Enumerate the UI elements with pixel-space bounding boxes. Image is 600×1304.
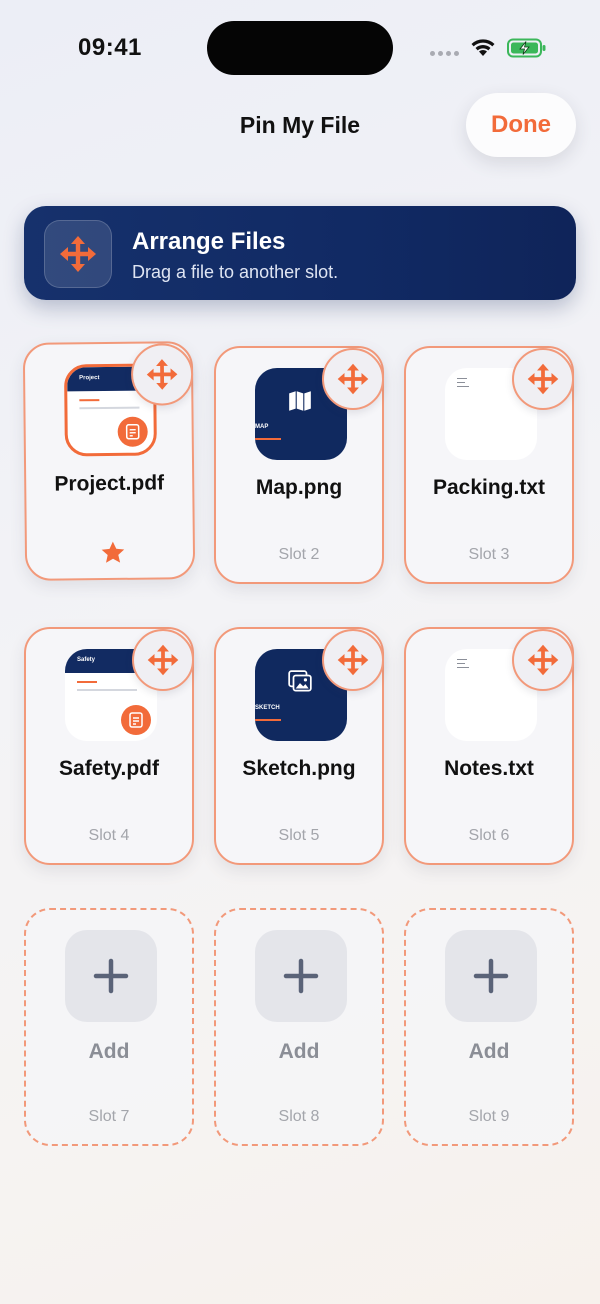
file-name: Packing.txt <box>432 476 546 499</box>
slot-label: Slot 9 <box>468 1108 510 1125</box>
dynamic-island <box>207 21 393 75</box>
file-slot-6[interactable]: Notes.txt Slot 6 <box>404 627 574 865</box>
slot-label: Slot 3 <box>468 546 510 563</box>
cellular-signal-icon <box>430 51 459 56</box>
move-handle-icon[interactable] <box>322 348 384 410</box>
file-slot-4[interactable]: Safety Safety.pdf Slot 4 <box>24 627 194 865</box>
add-label: Add <box>468 1040 510 1063</box>
file-slot-2[interactable]: MAP Map.png Slot 2 <box>214 346 384 584</box>
move-handle-icon[interactable] <box>512 348 574 410</box>
move-handle-icon[interactable] <box>322 629 384 691</box>
thumbnail-title: Project <box>79 375 100 382</box>
status-time: 09:41 <box>78 34 142 61</box>
add-plus-icon[interactable] <box>65 930 157 1022</box>
thumbnail-title: SKETCH <box>255 705 280 711</box>
slot-label: Slot 5 <box>278 827 320 844</box>
done-button[interactable]: Done <box>466 93 576 157</box>
move-arrows-icon <box>44 220 112 288</box>
add-label: Add <box>88 1040 130 1063</box>
slot-label: Slot 2 <box>278 546 320 563</box>
file-name: Notes.txt <box>444 757 534 780</box>
battery-charging-icon <box>507 38 547 63</box>
file-slot-1[interactable]: Project Project.pdf <box>22 341 196 581</box>
move-handle-icon[interactable] <box>130 343 194 406</box>
slot-label: Slot 4 <box>88 827 130 844</box>
file-slot-5[interactable]: SKETCH Sketch.png Slot 5 <box>214 627 384 865</box>
slot-label: Slot 6 <box>468 827 510 844</box>
banner-title: Arrange Files <box>132 228 286 255</box>
file-slot-3[interactable]: Packing.txt Slot 3 <box>404 346 574 584</box>
empty-slot-7[interactable]: Add Slot 7 <box>24 908 194 1146</box>
pdf-badge-icon <box>117 416 148 447</box>
thumbnail-title: MAP <box>255 424 269 430</box>
add-label: Add <box>278 1040 320 1063</box>
add-plus-icon[interactable] <box>255 930 347 1022</box>
empty-slot-8[interactable]: Add Slot 8 <box>214 908 384 1146</box>
file-name: Project.pdf <box>54 471 165 496</box>
slot-label: Slot 8 <box>278 1108 320 1125</box>
favorite-star-icon <box>100 540 126 571</box>
file-name: Map.png <box>255 476 343 499</box>
add-plus-icon[interactable] <box>445 930 537 1022</box>
move-handle-icon[interactable] <box>512 629 574 691</box>
thumbnail-title: Safety <box>77 657 96 663</box>
pdf-badge-icon <box>121 705 151 735</box>
banner-subtitle: Drag a file to another slot. <box>132 262 339 282</box>
empty-slot-9[interactable]: Add Slot 9 <box>404 908 574 1146</box>
arrange-files-banner: Arrange Files Drag a file to another slo… <box>24 206 576 300</box>
file-name: Sketch.png <box>242 757 356 780</box>
slot-label: Slot 7 <box>88 1108 130 1125</box>
file-name: Safety.pdf <box>59 757 159 780</box>
wifi-icon <box>470 38 496 63</box>
move-handle-icon[interactable] <box>132 629 194 691</box>
